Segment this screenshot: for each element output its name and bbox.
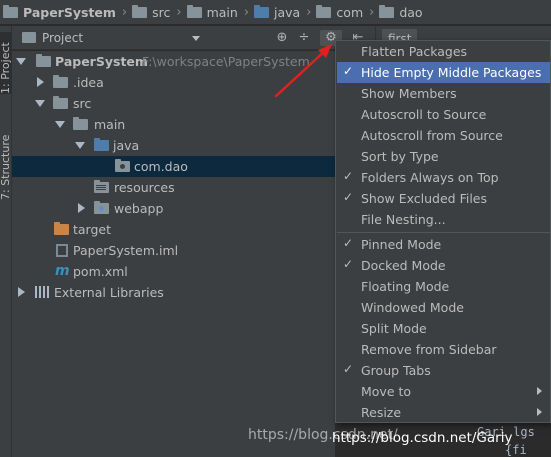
menu-item-show-excluded-files[interactable]: ✓ Show Excluded Files	[337, 188, 550, 209]
expand-arrow-icon[interactable]	[16, 58, 26, 65]
view-dropdown-icon[interactable]	[192, 36, 200, 41]
menu-item-file-nesting[interactable]: File Nesting...	[337, 209, 550, 230]
menu-item-flatten-packages[interactable]: Flatten Packages	[337, 41, 550, 62]
menu-item-hide-empty-middle-packages[interactable]: ✓ Hide Empty Middle Packages	[337, 62, 550, 83]
tree-item-main[interactable]: main	[12, 114, 335, 135]
menu-item-autoscroll-to-source[interactable]: Autoscroll to Source	[337, 104, 550, 125]
breadcrumb-separator: ›	[369, 4, 375, 20]
expand-arrow-icon[interactable]	[35, 100, 45, 107]
check-icon: ✓	[343, 362, 354, 376]
breadcrumb-separator: ›	[306, 4, 312, 20]
breadcrumb: PaperSystem › src › main › java › com › …	[0, 0, 551, 25]
breadcrumb-separator: ›	[176, 4, 182, 20]
tool-tab-project[interactable]: 1: Project	[0, 32, 12, 94]
menu-item-sort-by-type[interactable]: Sort by Type	[337, 146, 550, 167]
submenu-arrow-icon	[537, 408, 542, 416]
project-folder-icon	[36, 54, 51, 67]
collapse-arrow-icon[interactable]	[37, 77, 44, 87]
collapse-arrow-icon[interactable]	[18, 287, 25, 297]
excluded-folder-icon	[54, 222, 69, 235]
source-folder-icon	[94, 138, 109, 151]
tree-item-com-dao[interactable]: com.dao	[12, 156, 335, 177]
folder-icon	[53, 96, 68, 109]
collapse-arrow-icon[interactable]	[78, 203, 85, 213]
check-icon: ✓	[343, 257, 354, 271]
panel-title[interactable]: Project	[42, 31, 83, 45]
menu-item-group-tabs[interactable]: ✓ Group Tabs	[337, 360, 550, 381]
folder-icon	[132, 4, 148, 18]
tree-item-pom-xml[interactable]: m pom.xml	[12, 261, 335, 282]
breadcrumb-item-papersystem[interactable]: PaperSystem	[3, 4, 116, 20]
submenu-arrow-icon	[537, 387, 542, 395]
menu-separator	[337, 232, 550, 233]
project-tree: PaperSystem F:\workspace\PaperSystem .id…	[12, 51, 335, 457]
ide-window: PaperSystem › src › main › java › com › …	[0, 0, 551, 457]
tree-item-external-libraries[interactable]: External Libraries	[12, 282, 335, 303]
expand-arrow-icon[interactable]	[75, 142, 85, 149]
folder-icon	[53, 75, 68, 88]
web-folder-icon	[94, 201, 109, 214]
folder-icon	[186, 4, 202, 18]
menu-item-show-members[interactable]: Show Members	[337, 83, 550, 104]
expand-arrow-icon[interactable]	[55, 121, 65, 128]
maven-icon: m	[55, 263, 70, 279]
check-icon: ✓	[343, 169, 354, 183]
folder-icon	[316, 4, 332, 18]
package-icon	[115, 159, 130, 172]
breadcrumb-separator: ›	[243, 4, 250, 20]
tree-item-java[interactable]: java	[12, 135, 335, 156]
breadcrumb-item-java[interactable]: java	[254, 4, 300, 20]
left-tool-strip: 1: Project 7: Structure	[0, 26, 12, 457]
tree-item-papersystem-iml[interactable]: PaperSystem.iml	[12, 240, 335, 261]
project-folder-icon	[3, 4, 18, 18]
module-file-icon	[56, 244, 68, 257]
breadcrumb-item-com[interactable]: com	[316, 4, 363, 20]
menu-item-remove-from-sidebar[interactable]: Remove from Sidebar	[337, 339, 550, 360]
menu-item-resize[interactable]: Resize	[337, 402, 550, 423]
menu-item-autoscroll-from-source[interactable]: Autoscroll from Source	[337, 125, 550, 146]
tree-item-target[interactable]: target	[12, 219, 335, 240]
check-icon: ✓	[343, 64, 354, 78]
breadcrumb-separator: ›	[121, 4, 128, 20]
breadcrumb-item-src[interactable]: src	[132, 4, 170, 20]
gear-options-menu: Flatten Packages ✓ Hide Empty Middle Pac…	[335, 40, 551, 423]
check-icon: ✓	[343, 190, 354, 204]
project-icon	[22, 32, 36, 43]
menu-item-docked-mode[interactable]: ✓ Docked Mode	[337, 255, 550, 276]
resources-folder-icon	[94, 180, 109, 193]
libraries-icon	[35, 286, 49, 298]
breadcrumb-item-main[interactable]: main	[186, 4, 238, 20]
menu-item-pinned-mode[interactable]: ✓ Pinned Mode	[337, 234, 550, 255]
tree-item-resources[interactable]: resources	[12, 177, 335, 198]
check-icon: ✓	[343, 236, 354, 250]
breadcrumb-item-dao[interactable]: dao	[379, 4, 423, 20]
annotation-arrow-icon	[274, 44, 332, 98]
folder-icon	[73, 117, 88, 130]
menu-item-windowed-mode[interactable]: Windowed Mode	[337, 297, 550, 318]
tree-item-webapp[interactable]: webapp	[12, 198, 335, 219]
menu-item-folders-always-on-top[interactable]: ✓ Folders Always on Top	[337, 167, 550, 188]
source-folder-icon	[254, 4, 270, 18]
menu-item-move-to[interactable]: Move to	[337, 381, 550, 402]
menu-item-split-mode[interactable]: Split Mode	[337, 318, 550, 339]
tool-tab-structure[interactable]: 7: Structure	[0, 118, 12, 200]
menu-item-floating-mode[interactable]: Floating Mode	[337, 276, 550, 297]
watermark-overlay: https://blog.csdn.net/Gariy	[332, 430, 513, 446]
folder-icon	[379, 4, 395, 18]
